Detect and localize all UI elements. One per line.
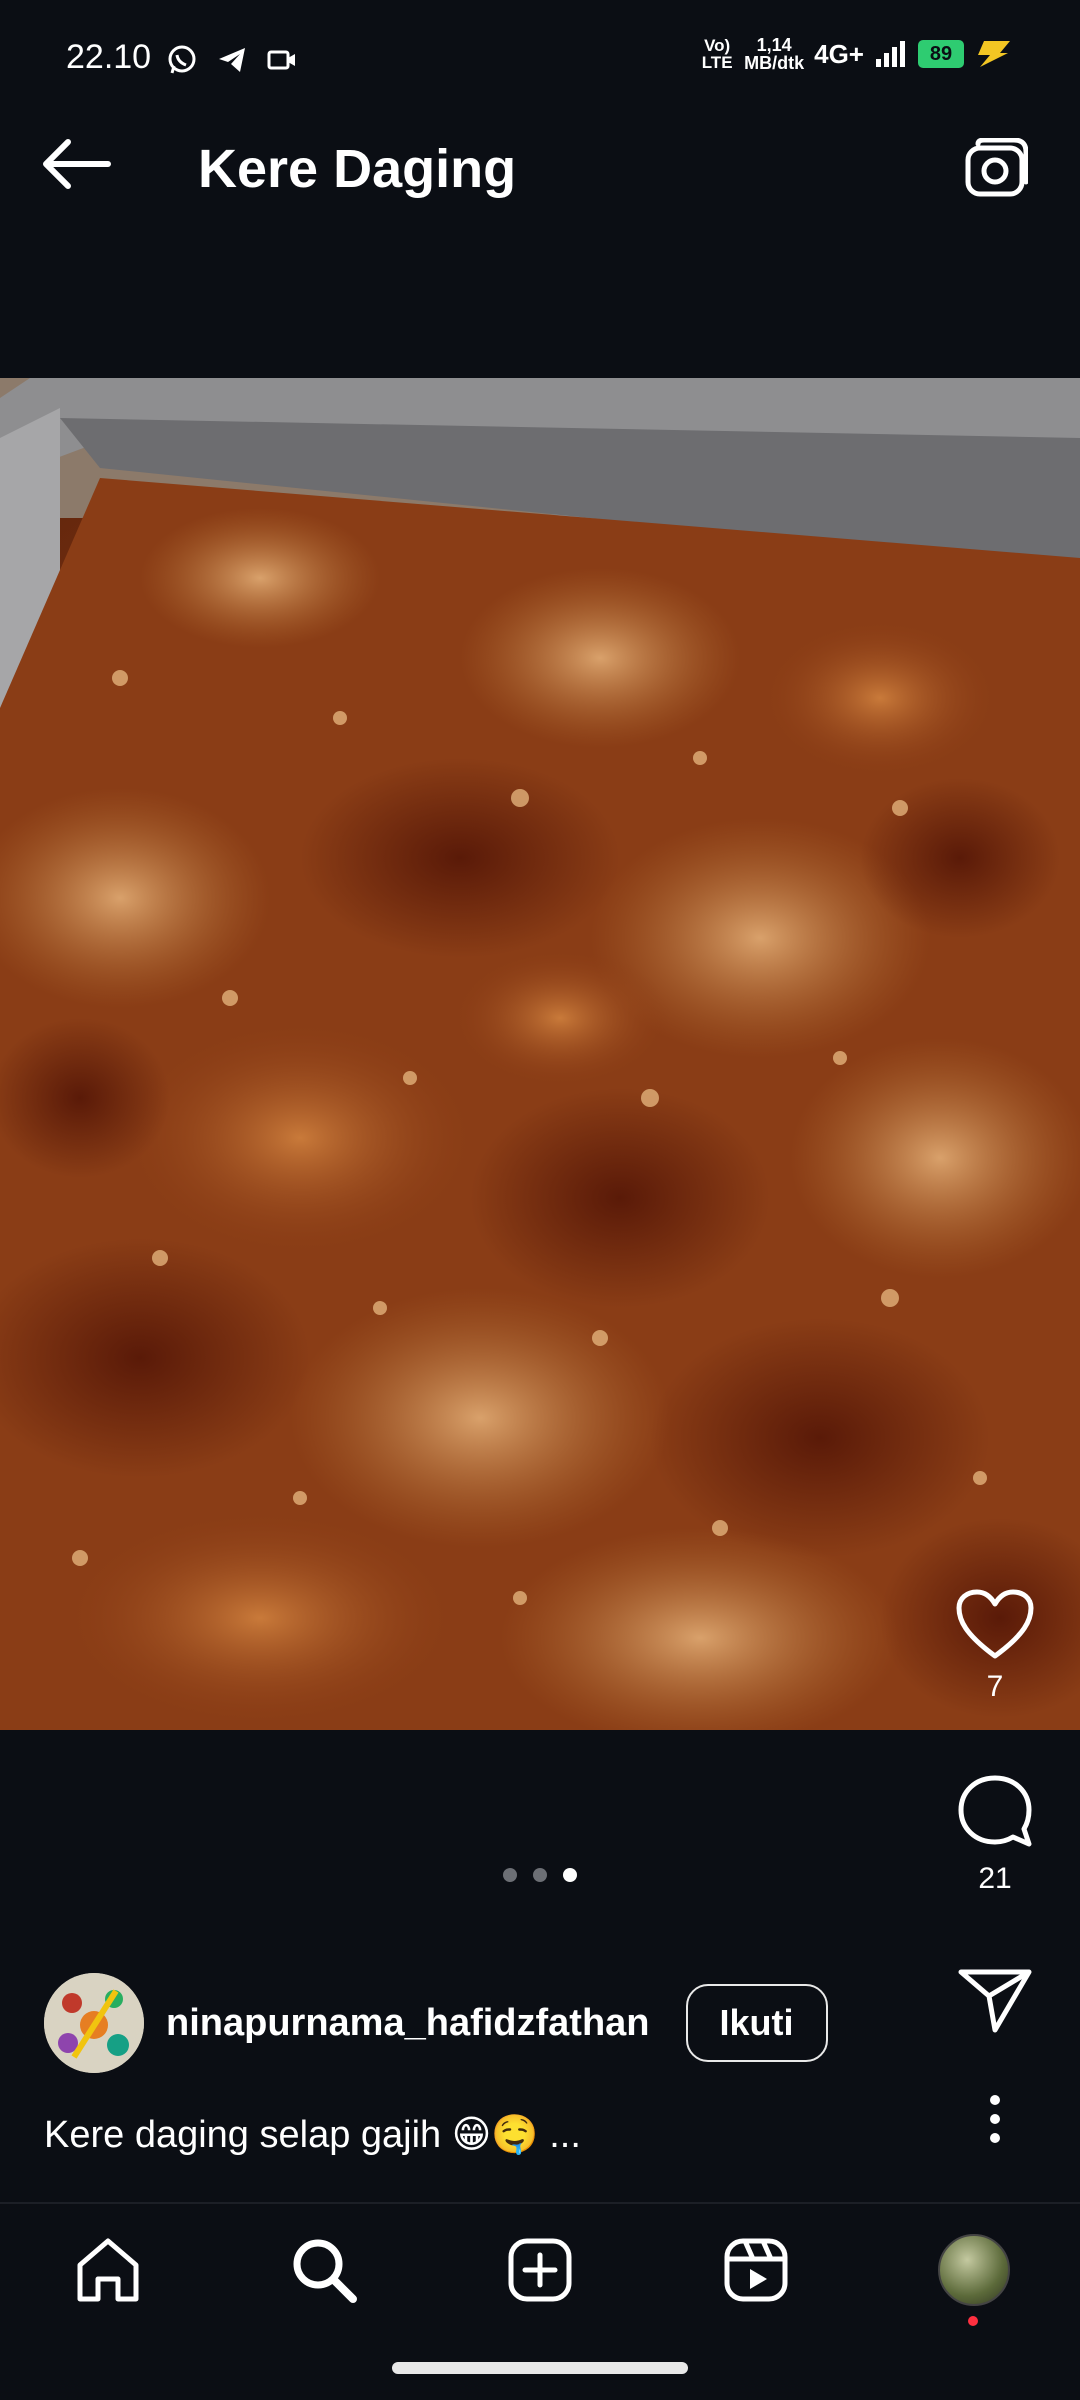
reels-icon[interactable] [723, 2237, 789, 2303]
marinated-meat-image [0, 378, 1080, 1730]
search-icon[interactable] [290, 2236, 358, 2304]
share-action[interactable] [910, 1966, 1080, 2034]
bottom-navigation [0, 2202, 1080, 2400]
volte-indicator: Vo) LTE [701, 36, 733, 72]
camera-icon[interactable] [964, 138, 1028, 198]
comment-icon[interactable] [955, 1772, 1035, 1852]
telegram-icon [219, 48, 245, 72]
like-count: 7 [986, 1670, 1004, 1703]
author-avatar-image [44, 1973, 144, 2073]
more-vertical-icon[interactable] [985, 2094, 1005, 2144]
network-speed-value: 1,14 [756, 35, 792, 55]
carousel-dot [503, 1868, 517, 1882]
nav-profile[interactable] [934, 2230, 1014, 2310]
profile-avatar[interactable] [938, 2234, 1010, 2306]
author-username[interactable]: ninapurnama_hafidzfathan [166, 2002, 650, 2045]
home-icon[interactable] [74, 2237, 142, 2303]
comment-action[interactable]: 21 [910, 1772, 1080, 1896]
network-speed: 1,14 MB/dtk [744, 36, 804, 72]
back-arrow-icon[interactable] [38, 136, 114, 192]
nav-reels[interactable] [716, 2230, 796, 2310]
gesture-handle[interactable] [392, 2362, 688, 2374]
status-bar: 22.10 Vo) LTE 1,14 MB/dtk 4G+ 89 [0, 0, 1080, 92]
page-title: Kere Daging [198, 139, 517, 199]
signal-icon [876, 41, 905, 67]
nav-search[interactable] [284, 2230, 364, 2310]
nav-create[interactable] [500, 2230, 580, 2310]
video-camera-icon [267, 50, 295, 70]
carousel-dot [533, 1868, 547, 1882]
top-app-bar: Kere Daging [0, 92, 1080, 252]
nav-home[interactable] [68, 2230, 148, 2310]
charging-icon [978, 41, 1010, 67]
more-options-action[interactable] [910, 2094, 1080, 2144]
network-speed-unit: MB/dtk [744, 53, 805, 73]
author-avatar[interactable] [44, 1973, 144, 2073]
status-time: 22.10 [66, 38, 152, 76]
post-caption[interactable]: Kere daging selap gajih 😁🤤 ... [44, 2112, 581, 2157]
post-photo[interactable] [0, 378, 1080, 1730]
heart-icon[interactable] [955, 1588, 1035, 1660]
post-author: ninapurnama_hafidzfathan Ikuti [44, 1972, 828, 2074]
whatsapp-icon [168, 45, 196, 74]
network-type: 4G+ [814, 38, 864, 69]
follow-button[interactable]: Ikuti [685, 1984, 828, 2062]
create-icon[interactable] [507, 2237, 573, 2303]
carousel-dot-active [563, 1868, 577, 1882]
like-action[interactable]: 7 [910, 1588, 1080, 1704]
status-system-icons: Vo) LTE 1,14 MB/dtk 4G+ 89 [700, 36, 1014, 72]
battery-level: 89 [918, 40, 964, 68]
send-icon[interactable] [957, 1966, 1033, 2034]
status-notification-icons [166, 44, 298, 76]
profile-notification-dot [968, 2316, 978, 2326]
comment-count: 21 [978, 1862, 1012, 1895]
